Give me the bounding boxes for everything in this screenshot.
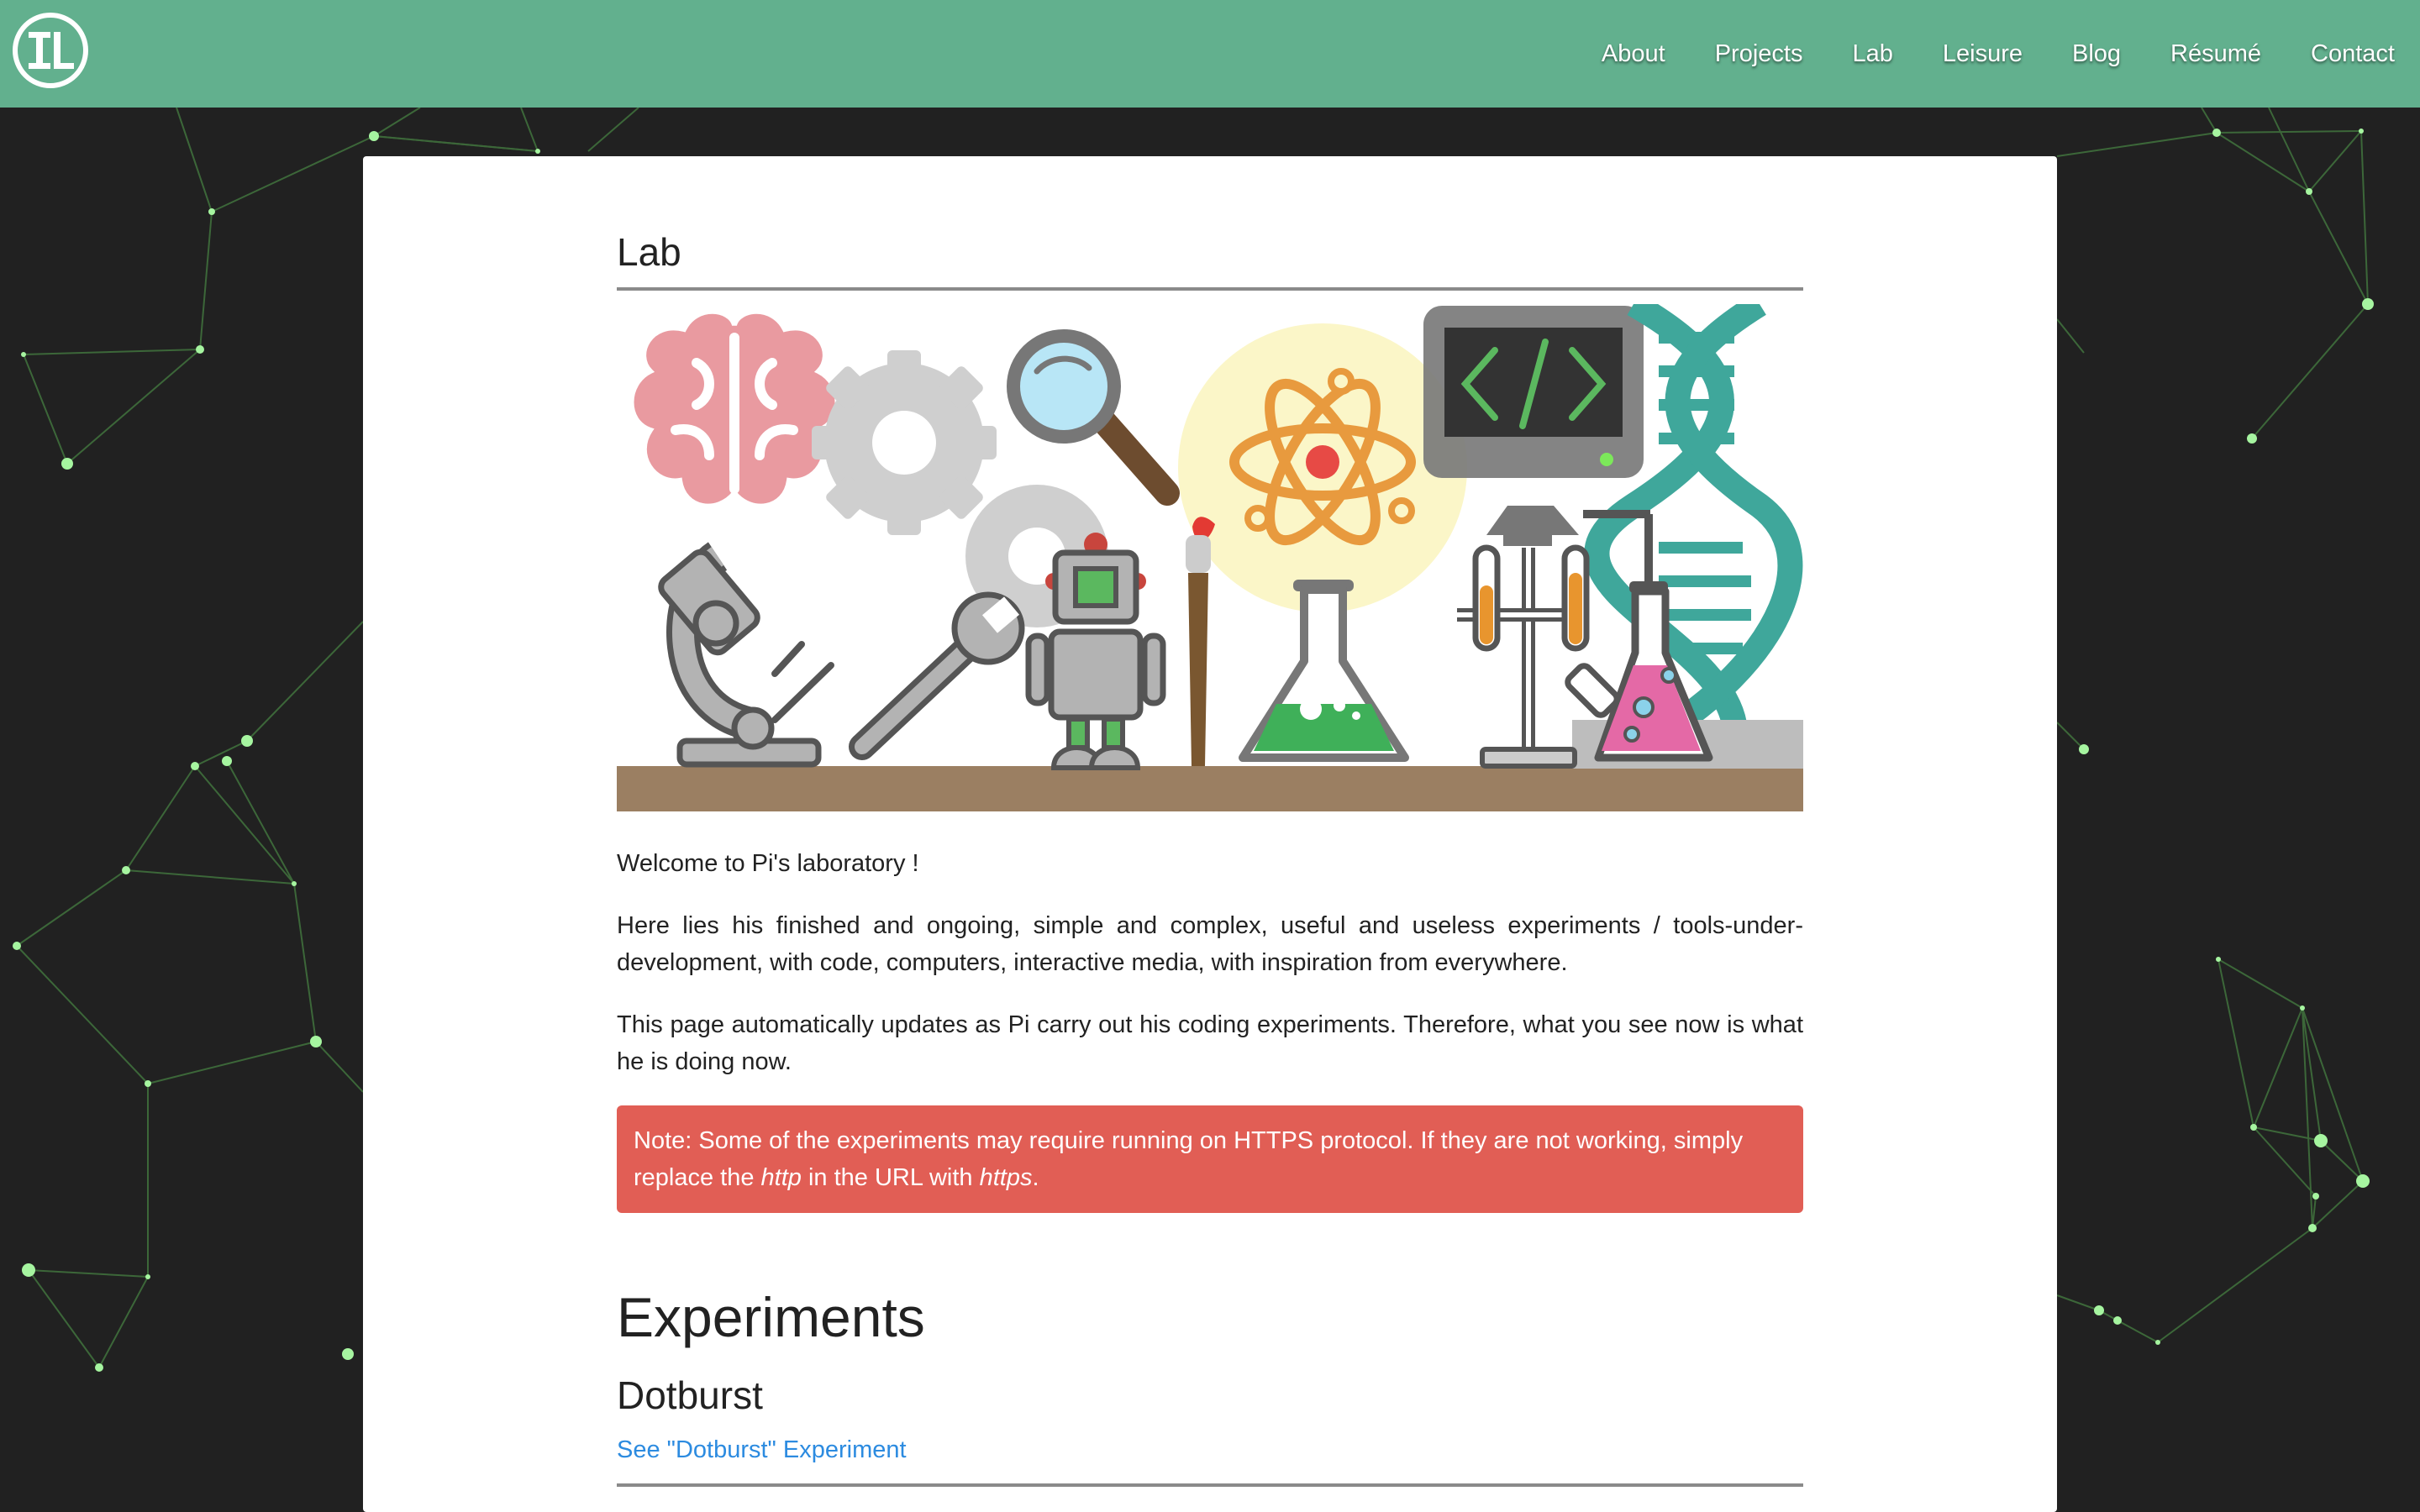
content-card: Lab Welcome to Pi's laboratory ! Here li… <box>363 156 2057 1512</box>
nav-contact[interactable]: Contact <box>2311 40 2395 68</box>
page-title: Lab <box>617 156 1803 291</box>
experiment-link[interactable]: See "Dotburst" Experiment <box>617 1433 1803 1467</box>
note-http: http <box>760 1164 802 1191</box>
intro-text: Welcome to Pi's laboratory ! <box>617 850 919 877</box>
microscope-icon <box>658 542 834 768</box>
experiment-divider <box>617 1483 1803 1487</box>
nav-about[interactable]: About <box>1602 40 1665 68</box>
brain-icon <box>629 308 840 509</box>
nav-lab[interactable]: Lab <box>1852 40 1892 68</box>
top-navbar: About Projects Lab Leisure Blog Résumé C… <box>0 0 2420 108</box>
experiment-title: Dotburst <box>617 1373 763 1417</box>
note-middle: in the URL with <box>801 1164 980 1191</box>
lab-content: Lab Welcome to Pi's laboratory ! Here li… <box>617 156 1803 1487</box>
computer-icon <box>1423 306 1644 478</box>
paintbrush-icon <box>1186 517 1215 766</box>
nav-resume[interactable]: Résumé <box>2170 40 2261 68</box>
description-text: Here lies his finished and ongoing, simp… <box>617 912 1803 976</box>
https-note-alert: Note: Some of the experiments may requir… <box>617 1105 1803 1213</box>
nav-blog[interactable]: Blog <box>2072 40 2121 68</box>
wrench-icon <box>849 591 1025 760</box>
update-text: This page automatically updates as Pi ca… <box>617 1011 1803 1075</box>
nav-leisure[interactable]: Leisure <box>1943 40 2023 68</box>
main-nav: About Projects Lab Leisure Blog Résumé C… <box>1552 0 2395 108</box>
note-suffix: . <box>1032 1164 1039 1191</box>
table-surface <box>617 766 1803 811</box>
flask-icon <box>1239 580 1409 762</box>
experiments-heading: Experiments <box>617 1286 925 1348</box>
nav-projects[interactable]: Projects <box>1715 40 1803 68</box>
logo-icon[interactable] <box>12 12 89 89</box>
lab-hero-illustration <box>617 304 1803 811</box>
magnifier-icon <box>1007 329 1180 506</box>
note-https: https <box>979 1164 1033 1191</box>
